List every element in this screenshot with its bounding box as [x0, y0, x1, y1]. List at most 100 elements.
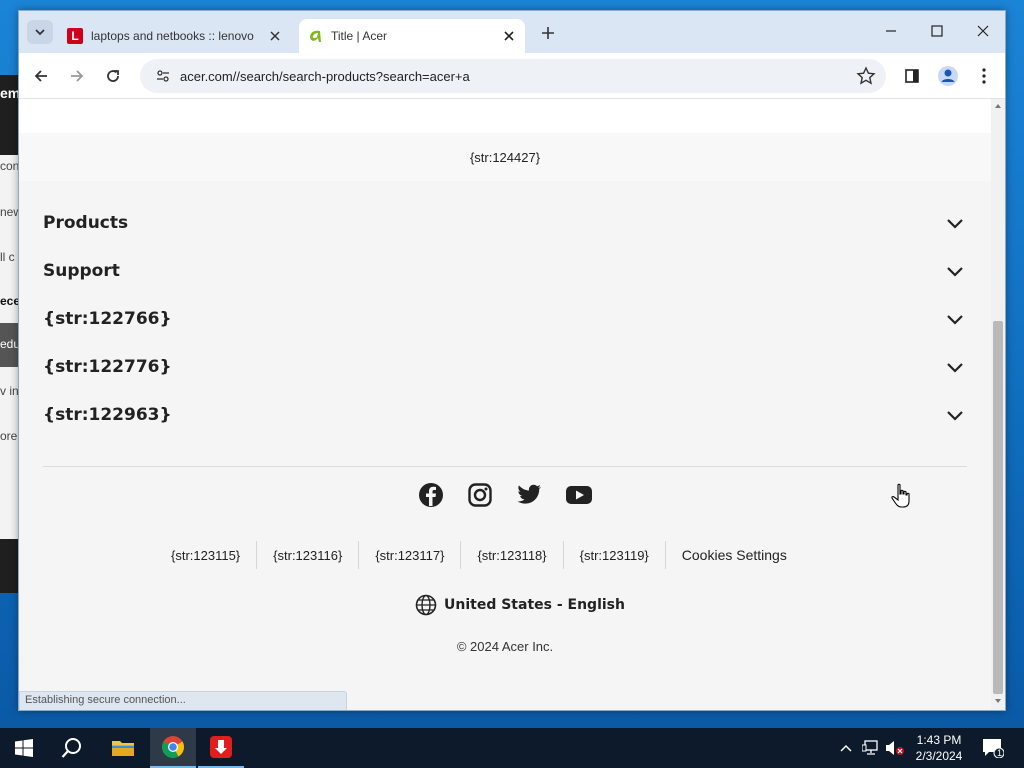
- lenovo-favicon-icon: L: [67, 28, 83, 44]
- social-links: [417, 481, 593, 509]
- bg-snippet: edu: [0, 323, 20, 367]
- network-icon: [862, 740, 878, 755]
- accordion-label: {str:122963}: [43, 405, 172, 425]
- new-tab-button[interactable]: [537, 22, 559, 44]
- back-button[interactable]: [27, 62, 55, 90]
- bookmark-star-icon[interactable]: [856, 66, 876, 86]
- close-icon: [504, 31, 514, 41]
- footer-link[interactable]: {str:123117}: [359, 541, 462, 569]
- windows-logo-icon: [15, 739, 33, 757]
- footer-banner-string: {str:124427}: [19, 133, 991, 181]
- page-viewport: {str:124427} Products Support {str:12276…: [19, 99, 991, 710]
- bg-snippet: con: [0, 159, 20, 173]
- tab-strip: L laptops and netbooks :: lenovo Title |…: [19, 11, 1005, 53]
- footer-link[interactable]: {str:123115}: [155, 541, 258, 569]
- taskbar-search-button[interactable]: [48, 728, 96, 768]
- taskbar-clock[interactable]: 1:43 PM 2/3/2024: [906, 732, 972, 764]
- kebab-menu-icon: [982, 68, 986, 84]
- scroll-up-arrow-icon[interactable]: [994, 102, 1002, 110]
- copyright-text: © 2024 Acer Inc.: [456, 639, 554, 654]
- cookies-settings-link[interactable]: Cookies Settings: [666, 541, 803, 569]
- tab-lenovo[interactable]: L laptops and netbooks :: lenovo: [59, 19, 291, 53]
- tab-search-button[interactable]: [27, 20, 53, 44]
- address-bar[interactable]: acer.com//search/search-products?search=…: [140, 59, 886, 93]
- footer-accordion: Products Support {str:122766} {str:12277…: [43, 199, 967, 439]
- clock-time: 1:43 PM: [916, 733, 962, 747]
- show-hidden-icons-button[interactable]: [836, 728, 856, 768]
- folder-icon: [112, 741, 134, 756]
- youtube-icon[interactable]: [565, 481, 593, 509]
- background-window[interactable]: em con new ll c ece edu v in ore: [0, 75, 20, 593]
- app-taskbar-button[interactable]: [198, 728, 244, 768]
- action-center-button[interactable]: 1: [978, 728, 1008, 768]
- bg-dark-block: [0, 539, 20, 593]
- footer-divider: [43, 466, 967, 467]
- volume-tray-button[interactable]: [884, 728, 906, 768]
- accordion-label: Support: [43, 261, 120, 281]
- taskbar: 1:43 PM 2/3/2024 1: [0, 728, 1024, 768]
- scrollbar-thumb[interactable]: [993, 321, 1003, 694]
- tab-close-button[interactable]: [499, 26, 519, 46]
- network-tray-button[interactable]: [860, 728, 882, 768]
- bg-snippet: ll c: [0, 250, 15, 264]
- bg-snippet: em: [0, 75, 20, 155]
- notification-count: 1: [997, 748, 1003, 758]
- page-scrollbar[interactable]: [991, 99, 1005, 710]
- plus-icon: [542, 27, 554, 39]
- locale-selector[interactable]: United States - English: [415, 593, 625, 617]
- page-top-band: [19, 99, 991, 133]
- hand-pointer-cursor-icon: [891, 483, 910, 508]
- chrome-taskbar-button[interactable]: [150, 728, 196, 768]
- chevron-down-icon[interactable]: [943, 403, 967, 427]
- start-button[interactable]: [0, 728, 48, 768]
- footer-links: {str:123115} {str:123116} {str:123117} {…: [155, 537, 803, 573]
- banner-text: {str:124427}: [469, 149, 541, 165]
- close-window-button[interactable]: [961, 15, 1005, 47]
- accordion-label: {str:122766}: [43, 309, 172, 329]
- clock-date: 2/3/2024: [915, 749, 963, 763]
- minimize-button[interactable]: [869, 15, 913, 47]
- chevron-down-icon[interactable]: [943, 307, 967, 331]
- chevron-down-icon[interactable]: [943, 355, 967, 379]
- menu-button[interactable]: [971, 63, 997, 89]
- close-icon: [977, 25, 989, 37]
- facebook-icon[interactable]: [417, 481, 445, 509]
- tab-label: laptops and netbooks :: lenovo: [91, 29, 254, 43]
- accordion-support[interactable]: Support: [43, 247, 967, 295]
- footer-link[interactable]: {str:123116}: [257, 541, 360, 569]
- browser-toolbar: acer.com//search/search-products?search=…: [19, 53, 1005, 99]
- accordion-item[interactable]: {str:122776}: [43, 343, 967, 391]
- chevron-down-icon: [35, 29, 45, 36]
- instagram-icon[interactable]: [466, 481, 494, 509]
- tab-close-button[interactable]: [265, 26, 285, 46]
- reload-button[interactable]: [99, 62, 127, 90]
- chevron-down-icon[interactable]: [943, 259, 967, 283]
- side-panel-button[interactable]: [899, 63, 925, 89]
- file-explorer-button[interactable]: [100, 728, 146, 768]
- accordion-item[interactable]: {str:122766}: [43, 295, 967, 343]
- twitter-icon[interactable]: [516, 481, 544, 509]
- footer-link[interactable]: {str:123119}: [564, 541, 666, 569]
- profile-button[interactable]: [935, 63, 961, 89]
- tab-acer[interactable]: Title | Acer: [299, 19, 525, 53]
- accordion-item[interactable]: {str:122963}: [43, 391, 967, 439]
- footer-link[interactable]: {str:123118}: [461, 541, 564, 569]
- profile-avatar-icon: [938, 66, 958, 86]
- bg-snippet: new: [0, 205, 20, 219]
- close-icon: [270, 31, 280, 41]
- forward-button[interactable]: [63, 62, 91, 90]
- speaker-muted-icon: [886, 741, 904, 755]
- scroll-down-arrow-icon[interactable]: [994, 697, 1002, 705]
- accordion-products[interactable]: Products: [43, 199, 967, 247]
- side-panel-icon: [905, 69, 919, 83]
- chevron-down-icon[interactable]: [943, 211, 967, 235]
- search-icon: [61, 738, 81, 758]
- maximize-icon: [931, 25, 943, 37]
- bg-snippet: ore: [0, 429, 18, 443]
- site-info-icon[interactable]: [152, 65, 174, 87]
- acer-favicon-icon: [307, 28, 323, 44]
- maximize-button[interactable]: [915, 15, 959, 47]
- locale-label: United States - English: [444, 597, 625, 613]
- tab-label: Title | Acer: [331, 29, 388, 43]
- chrome-icon: [162, 736, 184, 758]
